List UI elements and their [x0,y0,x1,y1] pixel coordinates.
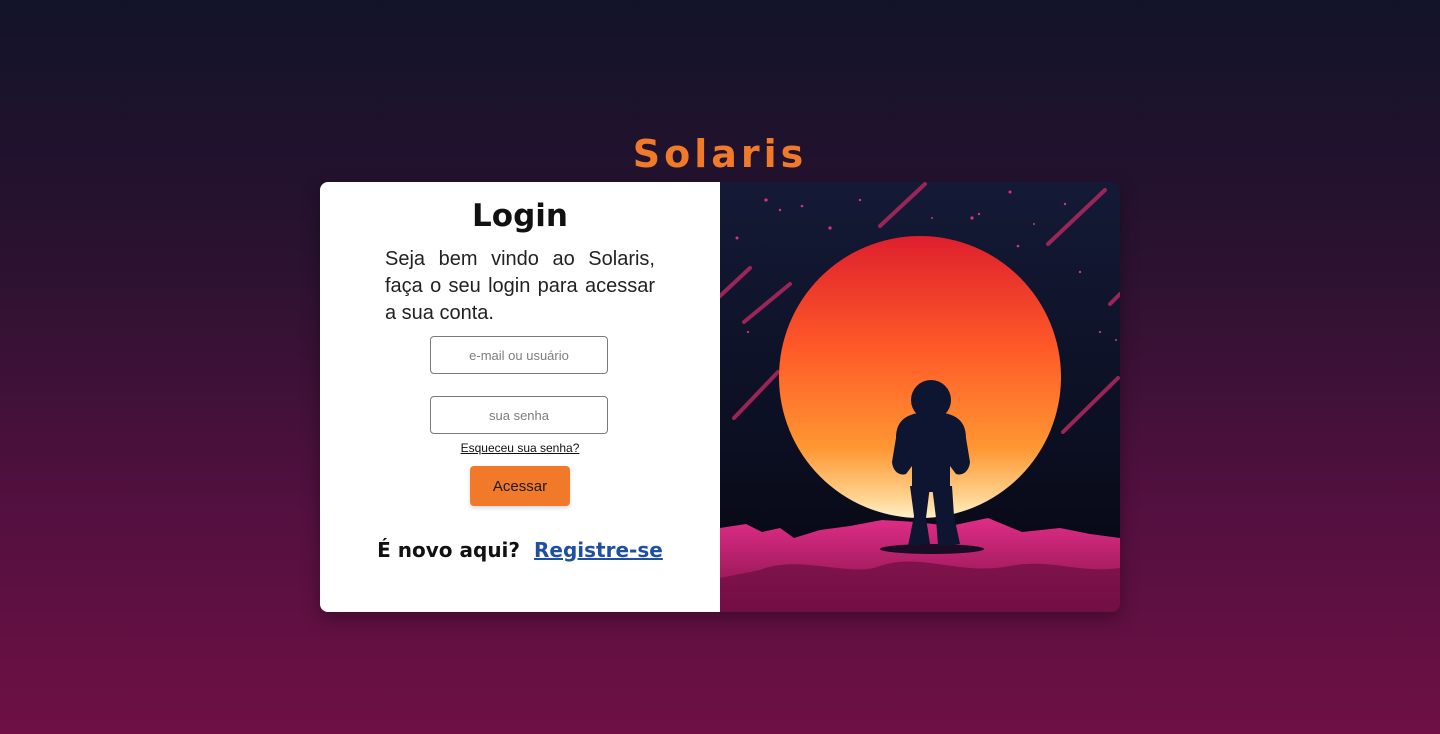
password-input[interactable] [430,396,608,434]
email-input[interactable] [430,336,608,374]
login-title: Login [472,198,568,234]
forgot-password-link[interactable]: Esqueceu sua senha? [320,441,720,455]
new-here-text: É novo aqui? [377,538,521,562]
illustration-panel [720,182,1120,612]
astronaut-illustration [720,182,1120,612]
login-panel: Login Seja bem vindo ao Solaris, faça o … [320,182,720,612]
login-button[interactable]: Acessar [470,466,570,506]
register-link[interactable]: Registre-se [534,538,663,562]
new-here-row: É novo aqui? Registre-se [320,538,720,562]
brand-title: Solaris [632,132,808,176]
welcome-text: Seja bem vindo ao Solaris, faça o seu lo… [385,248,655,324]
login-card: Login Seja bem vindo ao Solaris, faça o … [320,182,1120,612]
